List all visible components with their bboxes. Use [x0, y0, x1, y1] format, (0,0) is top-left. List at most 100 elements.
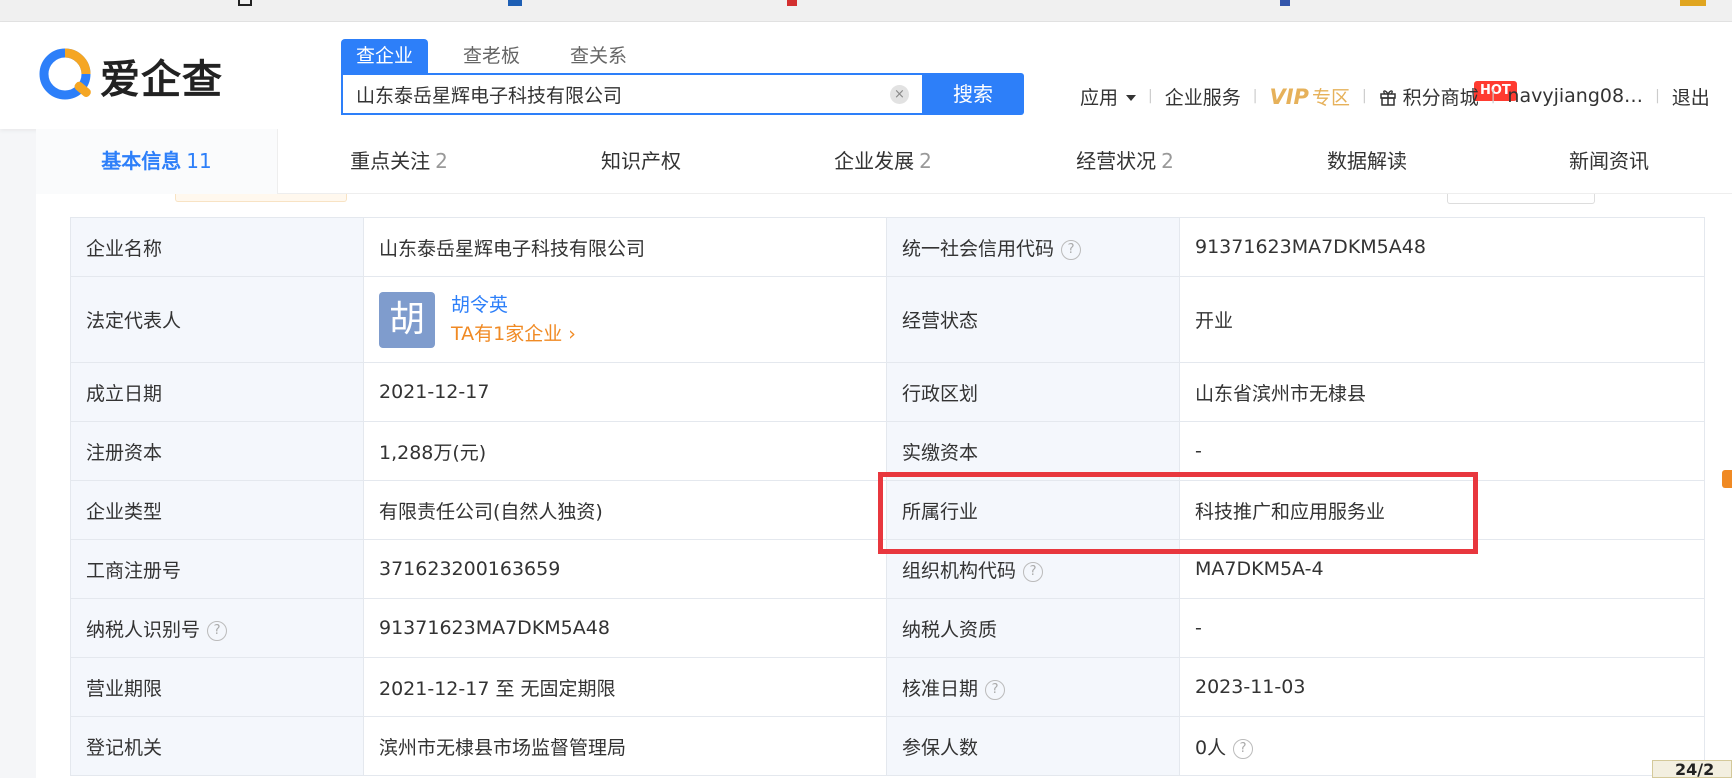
nav-enterprise-service[interactable]: 企业服务 — [1165, 83, 1241, 110]
value-insured-text: 0人 — [1195, 736, 1227, 759]
caret-down-icon — [1126, 95, 1137, 101]
help-icon[interactable]: ? — [1061, 239, 1082, 260]
nav-username[interactable]: navyjiang08… — [1507, 85, 1643, 107]
label-insured: 参保人数 — [886, 716, 1180, 776]
tab-label: 数据解读 — [1327, 149, 1407, 173]
label-reg-capital: 注册资本 — [70, 421, 364, 481]
value-legal-rep: 胡 胡令英 TA有1家企业 › — [363, 276, 887, 363]
legal-rep-block: 胡 胡令英 TA有1家企业 › — [379, 291, 871, 349]
site-header: 爱企查 查企业 查老板 查关系 × 搜索 HOT — [0, 22, 1732, 129]
tab-favicon-icon — [1280, 0, 1290, 6]
section-tabs: 基本信息 11 重点关注 2 知识产权 企业发展 2 经营状况 2 数据解读 新闻资讯 — [36, 129, 1732, 194]
table-row: 法定代表人 胡 胡令英 TA有1家企业 › 经营状态 开业 — [70, 276, 1705, 363]
avatar[interactable]: 胡 — [379, 291, 435, 348]
search-tab-relation[interactable]: 查关系 — [555, 39, 642, 73]
table-row: 纳税人识别号? 91371623MA7DKM5A48 纳税人资质 - — [70, 598, 1705, 658]
logo-text: 爱企查 — [100, 57, 223, 103]
legal-rep-name[interactable]: 胡令英 — [451, 291, 576, 319]
tab-label: 新闻资讯 — [1569, 149, 1649, 173]
value-industry: 科技推广和应用服务业 — [1179, 480, 1705, 540]
label-taxpayer-id-text: 纳税人识别号 — [86, 618, 201, 641]
label-authority: 登记机关 — [70, 716, 364, 776]
nav-points-mall[interactable]: 积分商城 — [1379, 83, 1479, 110]
tab-data-analysis[interactable]: 数据解读 — [1246, 129, 1488, 194]
help-icon[interactable]: ? — [1233, 738, 1254, 759]
table-row: 企业名称 山东泰岳星辉电子科技有限公司 统一社会信用代码? 91371623MA… — [70, 217, 1705, 277]
table-row: 登记机关 滨州市无棣县市场监督管理局 参保人数 0人? — [70, 716, 1705, 776]
label-credit-code: 统一社会信用代码? — [886, 217, 1180, 277]
search-button[interactable]: 搜索 — [922, 73, 1024, 115]
tab-favicon-icon — [787, 0, 797, 6]
legal-rep-text: 胡令英 TA有1家企业 › — [451, 291, 576, 349]
logo-q-icon — [39, 48, 91, 100]
floating-side-tab[interactable] — [1722, 470, 1732, 488]
help-icon[interactable]: ? — [985, 679, 1006, 700]
value-taxpayer-id: 91371623MA7DKM5A48 — [363, 598, 887, 658]
nav-vip-zone[interactable]: VIP 专区 — [1269, 83, 1349, 110]
label-type: 企业类型 — [70, 480, 364, 540]
basic-info-table: 企业名称 山东泰岳星辉电子科技有限公司 统一社会信用代码? 91371623MA… — [70, 217, 1705, 776]
label-approval-date: 核准日期? — [886, 657, 1180, 717]
table-row: 工商注册号 371623200163659 组织机构代码? MA7DKM5A-4 — [70, 539, 1705, 599]
search-tab-company[interactable]: 查企业 — [341, 39, 429, 73]
tab-key-concerns[interactable]: 重点关注 2 — [278, 129, 520, 194]
label-term: 营业期限 — [70, 657, 364, 717]
search-tab-boss[interactable]: 查老板 — [448, 39, 535, 73]
tab-count: 11 — [186, 149, 212, 173]
table-row: 注册资本 1,288万(元) 实缴资本 - — [70, 421, 1705, 481]
page-counter-badge: 24/2 — [1652, 760, 1732, 778]
table-row: 营业期限 2021-12-17 至 无固定期限 核准日期? 2023-11-03 — [70, 657, 1705, 717]
tab-news[interactable]: 新闻资讯 — [1488, 129, 1730, 194]
value-term: 2021-12-17 至 无固定期限 — [363, 657, 887, 717]
search-type-tabs: 查企业 查老板 查关系 — [341, 39, 662, 73]
tab-count: 2 — [1161, 149, 1174, 173]
tab-favicon-icon — [238, 0, 252, 6]
tab-ip[interactable]: 知识产权 — [520, 129, 762, 194]
nav-apps[interactable]: 应用 — [1080, 83, 1137, 110]
label-legal-rep: 法定代表人 — [70, 276, 364, 363]
label-org-code-text: 组织机构代码 — [902, 559, 1017, 582]
value-org-code: MA7DKM5A-4 — [1179, 539, 1705, 599]
nav-separator: | — [1361, 88, 1367, 104]
site-logo[interactable]: 爱企查 — [38, 46, 223, 106]
tab-label: 企业发展 — [834, 149, 915, 173]
value-insured: 0人? — [1179, 716, 1705, 776]
help-icon[interactable]: ? — [207, 620, 228, 641]
value-type: 有限责任公司(自然人独资) — [363, 480, 887, 540]
tab-count: 2 — [919, 149, 932, 173]
search-box: × — [341, 73, 923, 115]
tab-label: 基本信息 — [101, 149, 182, 173]
nav-logout[interactable]: 退出 — [1672, 83, 1710, 110]
nav-points-mall-label: 积分商城 — [1402, 86, 1479, 109]
label-paid-capital: 实缴资本 — [886, 421, 1180, 481]
label-status: 经营状态 — [886, 276, 1180, 363]
value-reg-capital: 1,288万(元) — [363, 421, 887, 481]
nav-separator: | — [1148, 88, 1153, 104]
tab-basic-info[interactable]: 基本信息 11 — [36, 129, 278, 194]
help-icon[interactable]: ? — [1023, 561, 1044, 582]
value-paid-capital: - — [1179, 421, 1705, 481]
tab-development[interactable]: 企业发展 2 — [762, 129, 1004, 194]
tab-label: 经营状况 — [1076, 149, 1157, 173]
label-company-name: 企业名称 — [70, 217, 364, 277]
nav-separator: | — [1252, 88, 1258, 104]
chevron-right-icon: › — [568, 322, 576, 345]
nav-apps-label: 应用 — [1080, 86, 1119, 109]
clear-icon[interactable]: × — [890, 85, 909, 104]
label-region: 行政区划 — [886, 362, 1180, 422]
search-input[interactable] — [343, 75, 873, 113]
label-reg-no: 工商注册号 — [70, 539, 364, 599]
legal-rep-companies-link[interactable]: TA有1家企业 › — [451, 319, 576, 349]
tab-favicon-icon — [508, 0, 522, 6]
tab-label: 重点关注 — [350, 149, 431, 173]
tab-favicon-icon — [1680, 0, 1706, 6]
nav-separator: | — [1655, 88, 1660, 104]
gift-icon — [1379, 89, 1396, 106]
label-credit-code-text: 统一社会信用代码 — [902, 237, 1055, 260]
value-reg-no: 371623200163659 — [363, 539, 887, 599]
label-org-code: 组织机构代码? — [886, 539, 1180, 599]
tab-operations[interactable]: 经营状况 2 — [1004, 129, 1246, 194]
label-approval-date-text: 核准日期 — [902, 677, 979, 700]
value-status: 开业 — [1179, 276, 1705, 363]
label-industry: 所属行业 — [886, 480, 1180, 540]
